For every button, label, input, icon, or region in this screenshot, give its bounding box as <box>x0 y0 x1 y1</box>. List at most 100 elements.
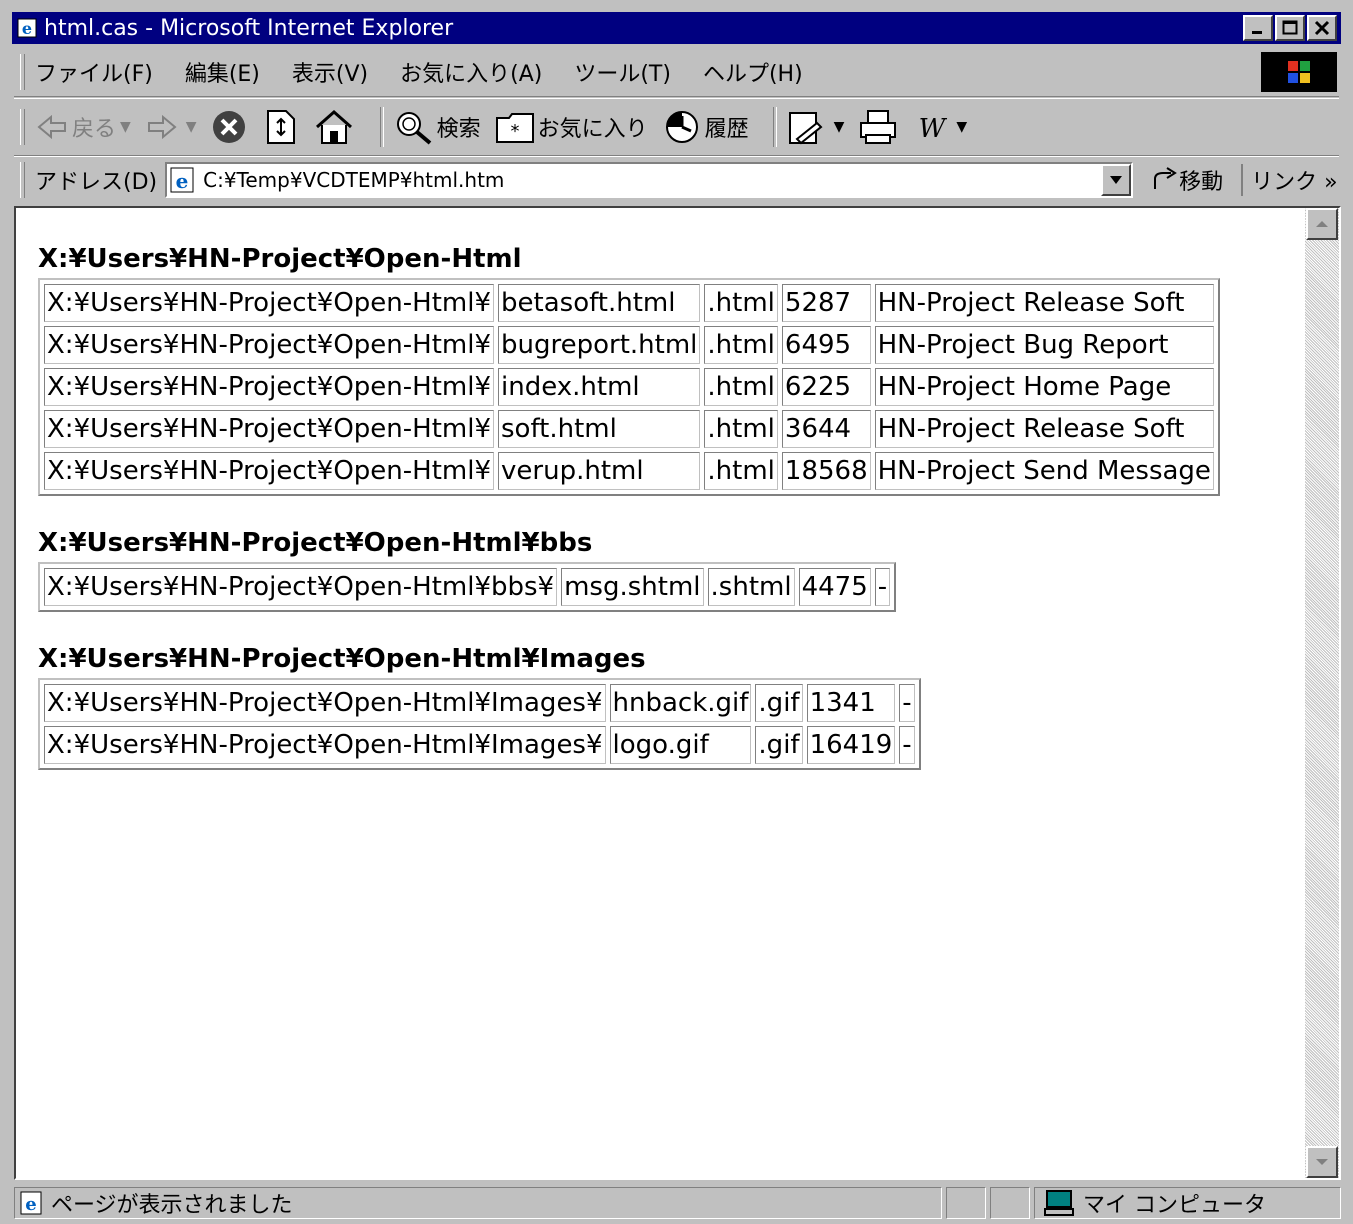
folder-path-cell: X:¥Users¥HN-Project¥Open-Html¥ <box>44 284 495 322</box>
file-listing-table: X:¥Users¥HN-Project¥Open-Html¥bbs¥ msg.sh… <box>38 562 897 612</box>
file-listing-table: X:¥Users¥HN-Project¥Open-Html¥ betasoft.h… <box>38 278 1220 496</box>
menu-file[interactable]: ファイル(F) <box>35 56 153 88</box>
favorites-folder-icon: * <box>495 113 534 143</box>
scroll-down-button[interactable] <box>1306 1146 1338 1178</box>
word-edit-icon: W <box>919 114 948 143</box>
svg-text:e: e <box>25 1194 36 1215</box>
windows-flag-icon <box>1288 61 1310 83</box>
close-button[interactable] <box>1307 15 1337 41</box>
ie-window: e html.cas - Microsoft Internet Explorer… <box>0 0 1353 1224</box>
folder-path-cell: X:¥Users¥HN-Project¥Open-Html¥Images¥ <box>44 726 606 764</box>
table-row: X:¥Users¥HN-Project¥Open-Html¥ verup.html… <box>44 452 1214 490</box>
title-cell: HN-Project Send Message <box>874 452 1214 490</box>
status-zone-pane: マイ コンピュータ <box>1034 1187 1341 1219</box>
menu-favorites[interactable]: お気に入り(A) <box>400 56 542 88</box>
go-label: 移動 <box>1179 170 1224 195</box>
forward-button[interactable]: ▼ <box>145 114 197 140</box>
go-button[interactable]: 移動 <box>1151 164 1223 196</box>
extension-cell: .gif <box>755 726 803 764</box>
table-row: X:¥Users¥HN-Project¥Open-Html¥ index.html… <box>44 368 1214 406</box>
toolbar-separator <box>379 107 384 147</box>
ie-page-icon: e <box>20 1191 42 1215</box>
file-name-cell: msg.shtml <box>561 568 704 606</box>
table-row: X:¥Users¥HN-Project¥Open-Html¥Images¥ hnb… <box>44 684 915 722</box>
back-dropdown-icon[interactable]: ▼ <box>120 119 131 135</box>
section-heading: X:¥Users¥HN-Project¥Open-Html¥Images <box>38 644 646 674</box>
search-icon <box>396 112 431 145</box>
menu-grip[interactable] <box>20 54 25 90</box>
menu-help[interactable]: ヘルプ(H) <box>703 56 803 88</box>
stop-button[interactable] <box>211 109 250 145</box>
mail-dropdown-icon[interactable]: ▼ <box>834 119 845 135</box>
status-zone-label: マイ コンピュータ <box>1083 1193 1266 1218</box>
home-button[interactable] <box>315 109 356 145</box>
file-name-cell: bugreport.html <box>498 326 701 364</box>
vertical-scrollbar[interactable] <box>1305 208 1339 1178</box>
mail-button[interactable]: ▼ <box>787 109 845 145</box>
extension-cell: .html <box>704 284 778 322</box>
address-input[interactable]: e C:¥Temp¥VCDTEMP¥html.htm <box>165 162 1134 198</box>
address-value: C:¥Temp¥VCDTEMP¥html.htm <box>203 168 505 192</box>
address-bar: アドレス(D) e C:¥Temp¥VCDTEMP¥html.htm 移動 リン… <box>14 156 1339 203</box>
print-button[interactable] <box>858 109 901 145</box>
scroll-up-button[interactable] <box>1306 208 1338 240</box>
stop-icon <box>212 111 245 143</box>
table-row: X:¥Users¥HN-Project¥Open-Html¥ betasoft.h… <box>44 284 1214 322</box>
menu-tools[interactable]: ツール(T) <box>574 56 671 88</box>
folder-path-cell: X:¥Users¥HN-Project¥Open-Html¥ <box>44 410 495 448</box>
favorites-button[interactable]: * お気に入り <box>495 110 648 144</box>
folder-path-cell: X:¥Users¥HN-Project¥Open-Html¥ <box>44 452 495 490</box>
svg-text:e: e <box>22 19 32 38</box>
history-icon <box>665 111 698 143</box>
minimize-button[interactable] <box>1243 15 1273 41</box>
ie-page-icon: e <box>170 167 194 193</box>
table-row: X:¥Users¥HN-Project¥Open-Html¥ bugreport.… <box>44 326 1214 364</box>
refresh-icon <box>266 110 295 144</box>
maximize-button[interactable] <box>1275 15 1305 41</box>
folder-path-cell: X:¥Users¥HN-Project¥Open-Html¥ <box>44 326 495 364</box>
title-cell: - <box>899 684 915 722</box>
window-title: html.cas - Microsoft Internet Explorer <box>44 15 454 41</box>
address-dropdown-button[interactable] <box>1101 164 1132 196</box>
folder-path-cell: X:¥Users¥HN-Project¥Open-Html¥bbs¥ <box>44 568 558 606</box>
search-label: 検索 <box>436 117 481 142</box>
refresh-button[interactable] <box>264 109 301 145</box>
history-button[interactable]: 履歴 <box>662 109 749 145</box>
windows-logo <box>1261 52 1337 92</box>
svg-text:*: * <box>510 121 519 142</box>
size-cell: 5287 <box>781 284 871 322</box>
section-heading: X:¥Users¥HN-Project¥Open-Html <box>38 244 522 274</box>
minimize-icon <box>1252 31 1262 34</box>
file-name-cell: index.html <box>498 368 701 406</box>
back-label: 戻る <box>72 117 117 142</box>
title-bar[interactable]: e html.cas - Microsoft Internet Explorer <box>12 12 1341 44</box>
back-arrow-icon <box>37 114 66 140</box>
folder-path-cell: X:¥Users¥HN-Project¥Open-Html¥Images¥ <box>44 684 606 722</box>
chevron-down-icon <box>1110 176 1123 184</box>
edit-button[interactable]: W ▼ <box>915 111 967 143</box>
edit-dropdown-icon[interactable]: ▼ <box>956 119 967 135</box>
home-icon <box>315 109 352 144</box>
table-row: X:¥Users¥HN-Project¥Open-Html¥bbs¥ msg.sh… <box>44 568 891 606</box>
standard-toolbar: 戻る ▼ ▼ 検索 * お気に入り 履歴 ▼ W ▼ <box>14 98 1339 156</box>
page-content: X:¥Users¥HN-Project¥Open-Html X:¥Users¥HN… <box>14 206 1341 1180</box>
back-button[interactable]: 戻る ▼ <box>35 111 131 143</box>
menu-view[interactable]: 表示(V) <box>292 56 368 88</box>
search-button[interactable]: 検索 <box>394 109 481 145</box>
links-button[interactable]: リンク » <box>1241 164 1338 196</box>
title-cell: HN-Project Release Soft <box>874 410 1214 448</box>
file-listing-table: X:¥Users¥HN-Project¥Open-Html¥Images¥ hnb… <box>38 678 921 770</box>
file-name-cell: betasoft.html <box>498 284 701 322</box>
address-grip[interactable] <box>20 162 25 198</box>
size-cell: 6225 <box>781 368 871 406</box>
folder-path-cell: X:¥Users¥HN-Project¥Open-Html¥ <box>44 368 495 406</box>
toolbar-grip[interactable] <box>20 109 25 145</box>
file-name-cell: soft.html <box>498 410 701 448</box>
ie-page-icon: e <box>17 18 37 38</box>
close-icon <box>1314 20 1330 36</box>
menu-edit[interactable]: 編集(E) <box>185 56 260 88</box>
menu-bar: ファイル(F) 編集(E) 表示(V) お気に入り(A) ツール(T) ヘルプ(… <box>14 48 1339 97</box>
mail-icon <box>788 112 823 145</box>
maximize-icon <box>1282 20 1298 35</box>
forward-dropdown-icon[interactable]: ▼ <box>186 119 197 135</box>
